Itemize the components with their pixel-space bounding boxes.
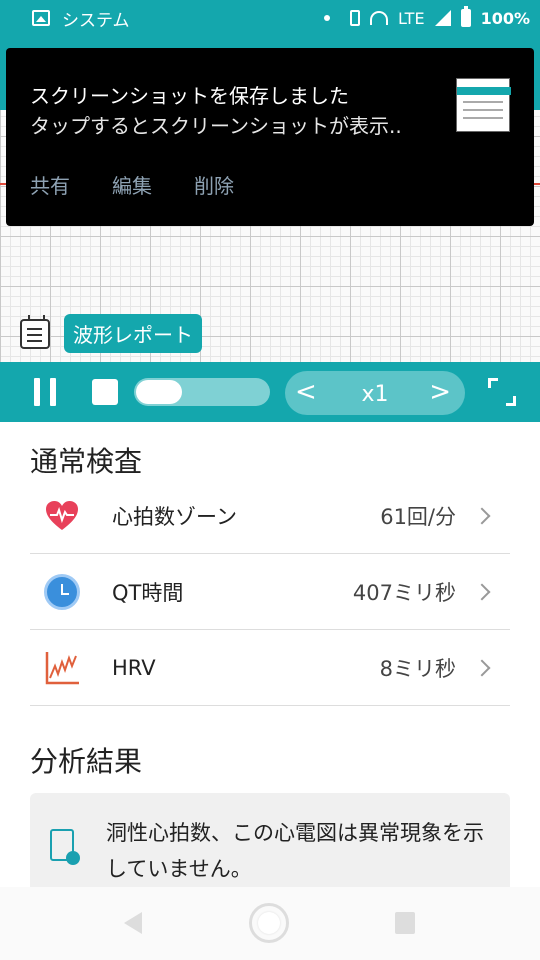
status-bar: システム LTE 100% — [0, 0, 540, 36]
delete-button[interactable]: 削除 — [194, 170, 234, 199]
fullscreen-corner — [506, 396, 516, 406]
share-button[interactable]: 共有 — [30, 170, 70, 199]
item-label: QT時間 — [112, 580, 184, 605]
analysis-title: 分析結果 — [30, 745, 143, 778]
list-item-qt-time[interactable]: QT時間 407ミリ秒 — [30, 554, 510, 630]
vibrate-icon — [349, 10, 360, 26]
network-type: LTE — [397, 8, 425, 28]
clipboard-icon[interactable] — [20, 314, 50, 349]
normal-check-list: 心拍数ゾーン 61回/分 QT時間 407ミリ秒 HRV 8ミリ秒 — [30, 478, 510, 706]
recent-apps-icon[interactable] — [395, 912, 415, 934]
speed-increase-button[interactable]: > — [429, 379, 451, 405]
edit-button[interactable]: 編集 — [112, 170, 152, 199]
navigation-bar — [0, 887, 540, 960]
analysis-result-text: 洞性心拍数、この心電図は異常現象を示していません。 — [106, 821, 484, 881]
battery-icon — [460, 6, 471, 27]
fullscreen-icon[interactable] — [488, 378, 516, 406]
battery-level: 100% — [480, 8, 530, 28]
waveform-report-button[interactable]: 波形レポート — [64, 314, 202, 353]
item-value: 8ミリ秒 — [379, 656, 456, 681]
screenshot-thumbnail[interactable] — [456, 78, 511, 132]
fullscreen-corner — [488, 378, 498, 388]
item-label: 心拍数ゾーン — [112, 504, 237, 529]
item-value: 407ミリ秒 — [352, 580, 456, 605]
chevron-right-icon — [473, 583, 491, 600]
hrv-chart-icon — [44, 650, 80, 686]
list-item-hrv[interactable]: HRV 8ミリ秒 — [30, 630, 510, 706]
stop-icon[interactable] — [92, 379, 118, 405]
image-icon — [32, 10, 50, 26]
item-label: HRV — [112, 655, 156, 680]
home-icon[interactable] — [249, 903, 289, 943]
list-item-heart-rate[interactable]: 心拍数ゾーン 61回/分 — [30, 478, 510, 554]
hotspot-icon — [369, 11, 388, 25]
clock-icon — [44, 573, 80, 610]
signal-icon — [434, 10, 451, 26]
chevron-right-icon — [473, 659, 491, 676]
screenshot-notification[interactable]: スクリーンショットを保存しました タップするとスクリーンショットが表示.. 共有… — [6, 48, 534, 226]
playback-progress[interactable] — [134, 378, 270, 406]
status-app-label: システム — [62, 10, 130, 31]
back-icon[interactable] — [124, 912, 142, 934]
pause-icon[interactable] — [34, 378, 56, 406]
speed-selector: < x1 > — [285, 371, 465, 415]
notification-title: スクリーンショットを保存しました — [30, 84, 349, 108]
waveform-report-row[interactable]: 波形レポート — [20, 314, 202, 353]
normal-check-title: 通常検査 — [30, 445, 143, 478]
heart-icon — [44, 498, 80, 534]
chevron-right-icon — [473, 507, 491, 524]
notification-dot-icon — [323, 15, 330, 21]
item-value: 61回/分 — [380, 504, 456, 529]
progress-fill — [136, 380, 183, 404]
clipboard-check-icon — [50, 829, 80, 865]
screen: 波形レポート < x1 > 通常検査 心拍数ゾーン 61回/分 QT時間 407… — [0, 0, 540, 960]
playback-control-bar: < x1 > — [0, 362, 540, 422]
notification-subtitle: タップするとスクリーンショットが表示.. — [30, 114, 402, 138]
